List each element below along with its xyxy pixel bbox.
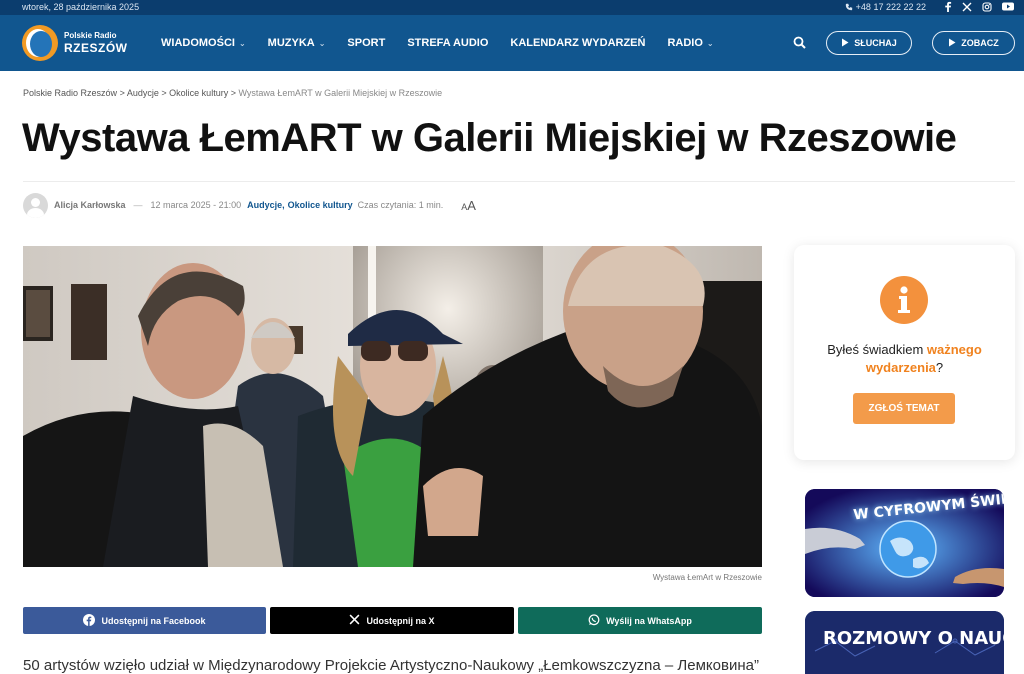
article-meta: Alicja Karłowska — 12 marca 2025 - 21:00… [23,192,476,218]
nav-item-label: WIADOMOŚCI [161,37,235,49]
category-link-okolice-kultury[interactable]: Okolice kultury [288,200,353,210]
breadcrumb-separator: > [119,88,125,98]
breadcrumb: Polskie Radio Rzeszów > Audycje > Okolic… [23,88,442,98]
category-link-audycje[interactable]: Audycje [247,200,282,210]
search-icon [793,36,806,53]
phone-icon [845,3,853,11]
title-divider [23,181,1015,182]
share-facebook-label: Udostępnij na Facebook [101,615,206,626]
nav-item-sport[interactable]: SPORT [336,37,396,49]
listen-button[interactable]: SŁUCHAJ [826,31,912,55]
watch-button[interactable]: ZOBACZ [932,31,1015,55]
promo-banner-cyfrowy-swiat[interactable]: W CYFROWYM ŚWIECIE [805,489,1004,597]
site-logo[interactable]: Polskie Radio RZESZÓW [22,25,128,61]
breadcrumb-link[interactable]: Okolice kultury [169,88,228,98]
x-icon[interactable] [962,2,972,12]
share-x-label: Udostępnij na X [366,615,435,626]
report-topic-widget: Byłeś świadkiem ważnego wydarzenia? ZGŁO… [794,245,1015,460]
widget-text-after: ? [935,360,944,375]
widget-text-before: Byłeś świadkiem [827,342,927,357]
image-caption: Wystawa ŁemArt w Rzeszowie [652,573,762,582]
logo-line-1: Polskie Radio [64,31,117,40]
widget-text: Byłeś świadkiem ważnego wydarzenia? [794,341,1015,377]
promo-banner-rozmowy-o-nauce[interactable]: ROZMOWY O NAUCE [805,611,1004,674]
breadcrumb-link[interactable]: Audycje [127,88,159,98]
author-name[interactable]: Alicja Karłowska [54,200,126,210]
nav-item-label: RADIO [667,37,703,49]
font-size-toggle[interactable]: AA [461,198,476,213]
nav-item-label: MUZYKA [267,37,315,49]
gallery-photo [23,246,762,567]
x-icon [349,614,360,627]
promo2-title: ROZMOWY O NAUCE [823,628,1004,649]
nav-item-wiadomosci[interactable]: WIADOMOŚCI ⌄ [150,37,257,49]
share-whatsapp-button[interactable]: Wyślij na WhatsApp [518,607,762,634]
nav-item-label: KALENDARZ WYDARZEŃ [510,37,646,49]
article-lead: 50 artystów wzięło udział w Międzynarodo… [23,657,759,674]
instagram-icon[interactable] [982,1,992,12]
breadcrumb-current: Wystawa ŁemART w Galerii Miejskiej w Rze… [238,88,443,98]
logo-text: Polskie Radio RZESZÓW [64,31,128,55]
facebook-icon [83,613,96,628]
breadcrumb-separator: > [161,88,167,98]
phone-number: +48 17 222 22 22 [855,1,926,12]
article-image[interactable] [23,246,762,567]
search-button[interactable] [793,36,806,54]
nav-item-strefa-audio[interactable]: STREFA AUDIO [396,37,499,49]
breadcrumb-link[interactable]: Polskie Radio Rzeszów [23,88,117,98]
whatsapp-icon [588,613,600,628]
font-size-large: A [467,197,476,213]
nav-item-label: SPORT [347,37,386,49]
top-bar-right: +48 17 222 22 22 [845,1,1014,12]
watch-label: ZOBACZ [961,38,999,48]
chevron-down-icon: ⌄ [318,38,326,48]
share-facebook-button[interactable]: Udostępnij na Facebook [23,607,266,634]
info-icon [880,276,928,324]
nav-item-muzyka[interactable]: MUZYKA ⌄ [257,37,337,49]
reading-time: Czas czytania: 1 min. [357,200,444,210]
nav-item-kalendarz-wydarzen[interactable]: KALENDARZ WYDARZEŃ [499,37,656,49]
nav-item-radio[interactable]: RADIO ⌄ [656,37,724,49]
article-title: Wystawa ŁemART w Galerii Miejskiej w Rze… [22,116,957,160]
logo-mark [22,25,58,61]
author-separator: — [133,200,143,210]
chevron-down-icon: ⌄ [238,38,246,48]
article-date: 12 marca 2025 - 21:00 [150,200,242,210]
share-x-button[interactable]: Udostępnij na X [270,607,514,634]
listen-label: SŁUCHAJ [854,38,897,48]
share-whatsapp-label: Wyślij na WhatsApp [606,615,692,626]
phone-link[interactable]: +48 17 222 22 22 [845,2,926,12]
logo-line-2: RZESZÓW [64,41,128,55]
play-icon [841,38,849,49]
category-separator: , [282,200,285,210]
play-icon [948,38,956,49]
top-bar: wtorek, 28 października 2025 +48 17 222 … [0,0,1024,15]
facebook-icon[interactable] [944,1,952,12]
author-avatar[interactable] [23,192,48,218]
youtube-icon[interactable] [1002,2,1014,11]
chevron-down-icon: ⌄ [706,38,714,48]
nav-menu: WIADOMOŚCI ⌄ MUZYKA ⌄ SPORT STREFA AUDIO… [150,15,725,71]
current-date: wtorek, 28 października 2025 [22,2,140,12]
breadcrumb-separator: > [230,88,236,98]
main-navigation: Polskie Radio RZESZÓW WIADOMOŚCI ⌄ MUZYK… [0,15,1024,71]
nav-item-label: STREFA AUDIO [407,37,489,49]
report-topic-button[interactable]: ZGŁOŚ TEMAT [853,393,955,424]
